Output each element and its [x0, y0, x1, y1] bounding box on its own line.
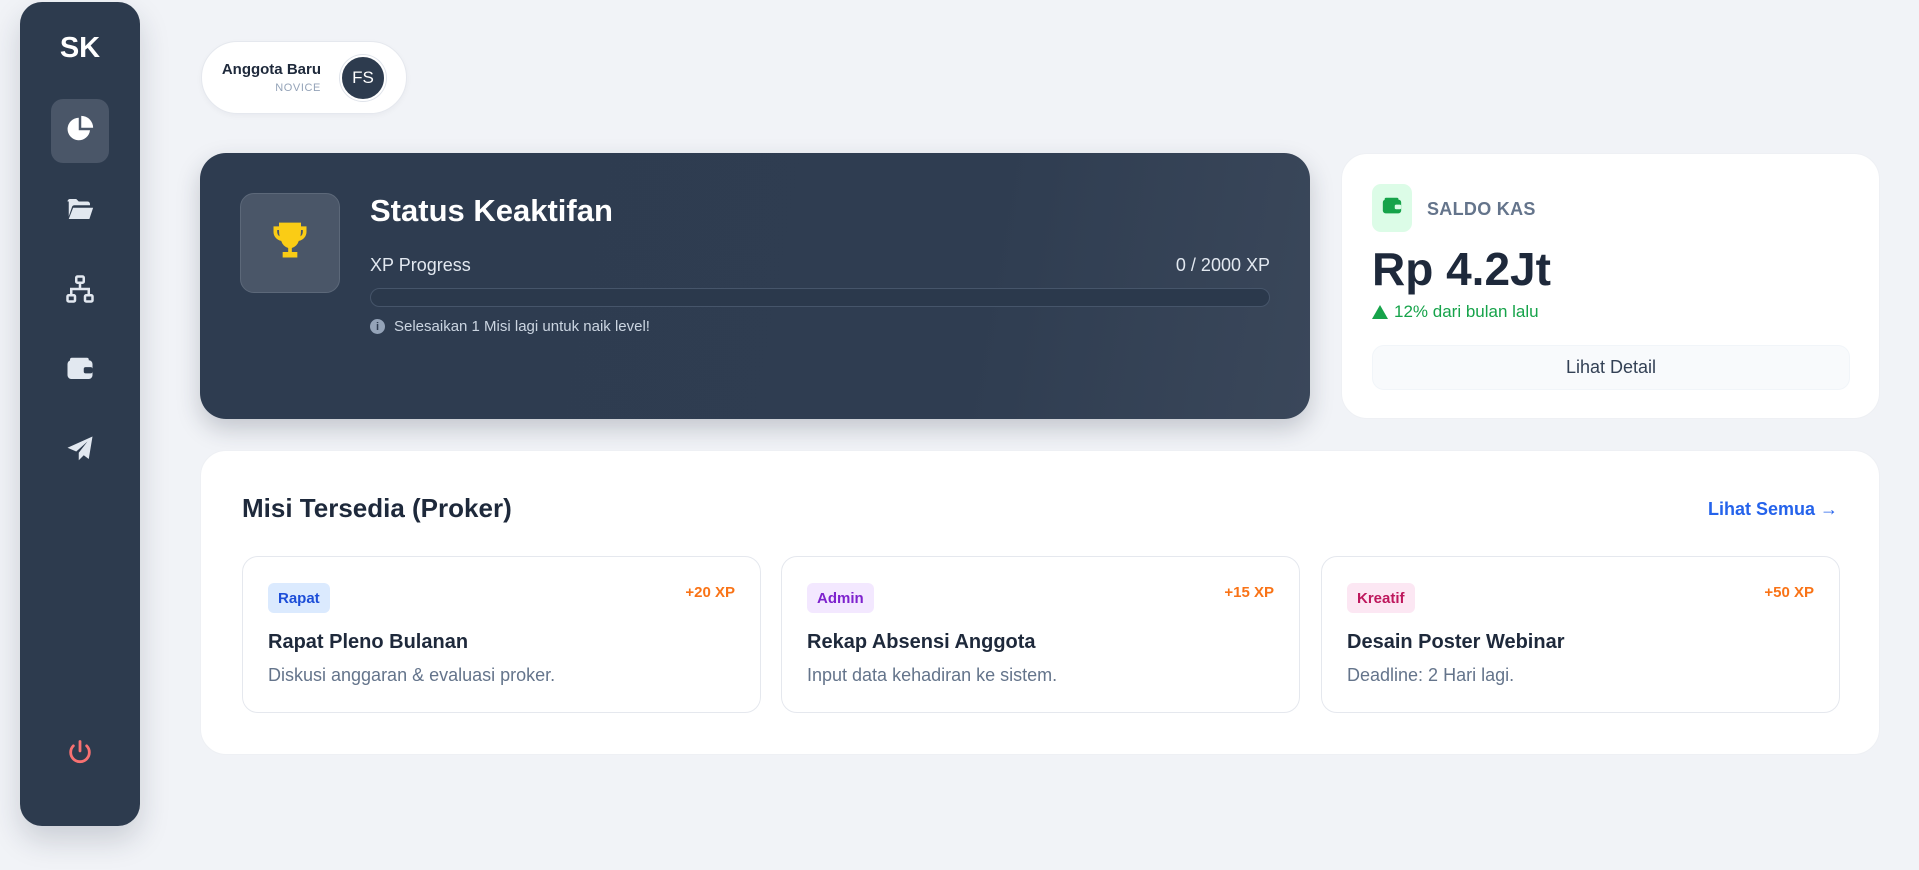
mission-desc: Diskusi anggaran & evaluasi proker. [268, 665, 556, 685]
mission-xp: +50 XP [1764, 584, 1814, 601]
paper-plane-icon [65, 434, 95, 469]
power-icon [66, 738, 94, 771]
mission-card[interactable]: Admin +15 XP Rekap Absensi Anggota Input… [781, 556, 1300, 713]
arrow-up-icon [1372, 305, 1388, 319]
saldo-card: SALDO KAS Rp 4.2Jt 12% dari bulan lalu L… [1341, 153, 1880, 419]
folder-open-icon [65, 194, 95, 229]
trophy-badge [240, 193, 340, 293]
xp-progress-label: XP Progress [370, 255, 471, 275]
sidebar-item-messages[interactable] [51, 419, 109, 483]
level-hint-text: Selesaikan 1 Misi lagi untuk naik level! [394, 318, 650, 335]
level-hint: i Selesaikan 1 Misi lagi untuk naik leve… [370, 318, 650, 335]
sidebar: SK [20, 2, 140, 826]
status-title: Status Keaktifan [370, 193, 613, 228]
trophy-icon [268, 219, 312, 268]
mission-card[interactable]: Rapat +20 XP Rapat Pleno Bulanan Diskusi… [242, 556, 761, 713]
mission-desc: Input data kehadiran ke sistem. [807, 665, 1058, 685]
avatar: FS [340, 55, 386, 101]
logout-button[interactable] [51, 722, 109, 786]
info-icon: i [370, 319, 385, 334]
mission-desc: Deadline: 2 Hari lagi. [1347, 665, 1515, 685]
status-card: Status Keaktifan XP Progress 0 / 2000 XP… [200, 153, 1310, 419]
saldo-change: 12% dari bulan lalu [1372, 302, 1539, 322]
sidebar-item-dashboard[interactable] [51, 99, 109, 163]
saldo-wallet-badge [1372, 184, 1412, 232]
user-level: NOVICE [275, 82, 321, 94]
user-name: Anggota Baru [221, 61, 321, 78]
mission-title: Rapat Pleno Bulanan [268, 631, 469, 653]
missions-panel: Misi Tersedia (Proker) Lihat Semua → Rap… [200, 450, 1880, 755]
mission-card[interactable]: Kreatif +50 XP Desain Poster Webinar Dea… [1321, 556, 1840, 713]
mission-tag: Admin [807, 583, 874, 613]
user-profile-chip[interactable]: Anggota Baru NOVICE FS [201, 41, 407, 114]
mission-xp: +20 XP [685, 584, 735, 601]
wallet-icon [65, 354, 95, 389]
saldo-label: SALDO KAS [1427, 199, 1536, 219]
xp-progress-bar [370, 288, 1270, 307]
sidebar-item-finance[interactable] [51, 339, 109, 403]
saldo-change-text: 12% dari bulan lalu [1394, 302, 1539, 321]
sidebar-item-projects[interactable] [51, 179, 109, 243]
sitemap-icon [65, 274, 95, 309]
xp-progress-value: 0 / 2000 XP [1175, 255, 1270, 275]
mission-tag: Kreatif [1347, 583, 1415, 613]
saldo-amount: Rp 4.2Jt [1372, 243, 1551, 295]
missions-title: Misi Tersedia (Proker) [242, 493, 512, 523]
wallet-icon [1381, 195, 1403, 222]
mission-title: Desain Poster Webinar [1347, 631, 1565, 653]
mission-xp: +15 XP [1224, 584, 1274, 601]
see-all-link[interactable]: Lihat Semua → [1708, 499, 1838, 520]
mission-title: Rekap Absensi Anggota [807, 631, 1036, 653]
logo: SK [59, 32, 101, 64]
chart-pie-icon [65, 114, 95, 149]
sidebar-item-structure[interactable] [51, 259, 109, 323]
view-detail-button[interactable]: Lihat Detail [1372, 345, 1850, 390]
mission-tag: Rapat [268, 583, 330, 613]
